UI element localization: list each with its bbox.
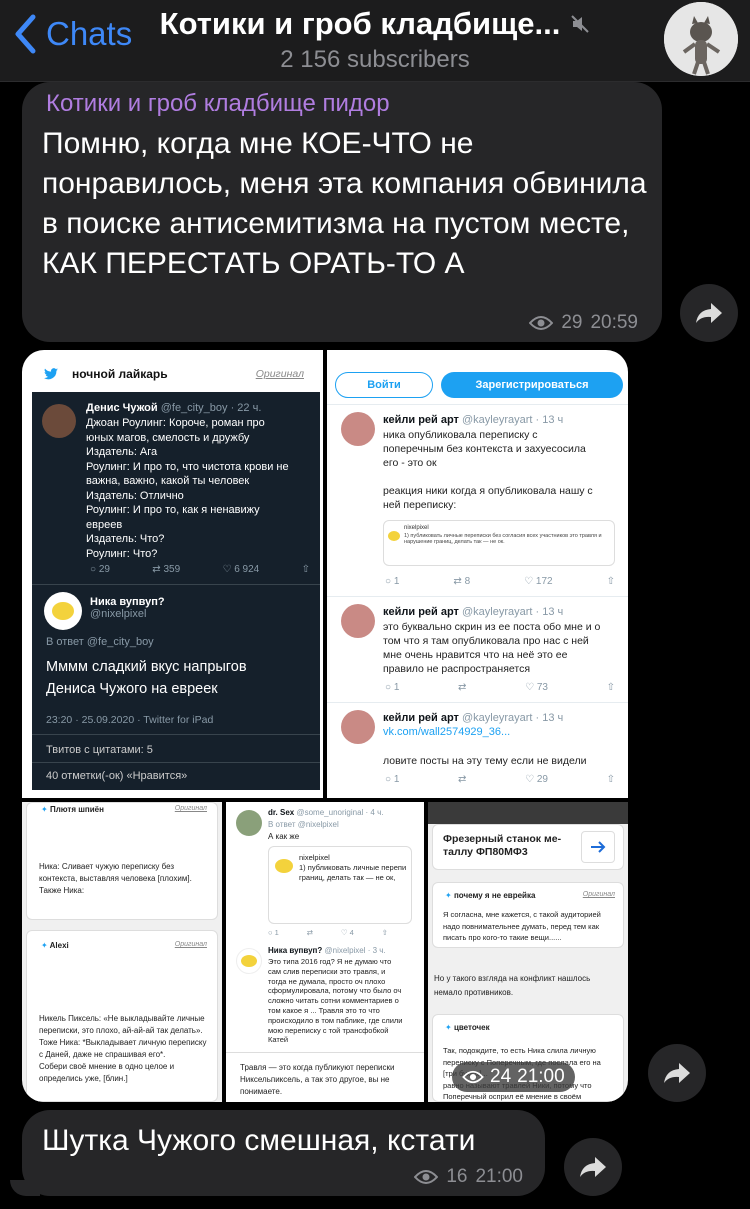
reply-text: Мммм сладкий вкус напрыгов Дениса Чужого … [46,659,247,697]
message-time: 21:00 [517,1066,565,1087]
back-button[interactable]: Chats [14,14,132,54]
forward-icon [664,1063,690,1083]
original-link[interactable]: Оригинал [256,368,304,380]
tweet-text: это буквально скрин из ее поста обо мне … [383,621,601,675]
share-button[interactable] [648,1044,706,1102]
message-text: Помню, когда мне КОЕ-ЧТО не понравилось,… [42,127,647,280]
tweet-handle: @fe_city_boy · 22 ч. [160,402,262,414]
bubble-tail [10,1180,40,1196]
avatar [341,604,375,638]
forward-sender[interactable]: Котики и гроб кладбище пидор [46,90,390,118]
likes-count: 40 отметки(-ок) «Нравится» [46,770,188,782]
album-photo-1[interactable]: ночной лайкарь Оригинал Денис Чужой @fe_… [22,350,323,798]
tweet-text: ловите посты на эту тему если не видели [383,755,587,767]
album-photo-2[interactable]: Войти Зарегистрироваться кейли рей арт @… [327,350,628,798]
message-meta: 29 20:59 [529,312,638,334]
album-meta: 24 21:00 [452,1062,575,1092]
signup-button[interactable]: Зарегистрироваться [441,372,623,398]
tweet-text: ника опубликовала переписку с поперечным … [383,429,593,511]
message-time: 21:00 [475,1166,523,1187]
muted-icon [571,15,590,33]
card-text: Ника: Сливает чужую переписку без контекс… [39,862,192,895]
quoted-tweet: nixelpixel 1) публиковать личные перепис… [383,520,615,566]
chat-header: Chats Котики и гроб кладбище... 2 156 su… [0,0,750,82]
avatar [44,592,82,630]
tweet-text: Это типа 2016 год? Я не думаю что сам сли… [268,957,403,1045]
views-icon [529,316,554,330]
avatar [341,710,375,744]
in-reply-to: В ответ @fe_city_boy [46,636,154,648]
views-count: 29 [561,312,583,333]
channel-avatar[interactable] [664,2,738,76]
channel-info[interactable]: Котики и гроб кладбище... 2 156 subscrib… [150,6,600,74]
views-count: 16 [446,1166,468,1187]
forward-icon [696,303,722,323]
card-text: Никель Пиксель: «Не выкладывайте личные п… [39,1014,207,1083]
message-bubble[interactable]: Шутка Чужого смешная, кстати 16 21:00 [22,1110,545,1196]
back-label: Chats [46,15,133,52]
source-name: ночной лайкарь [72,367,168,381]
login-button[interactable]: Войти [335,372,433,398]
tweet-date: 23:20 · 25.09.2020 · Twitter for iPad [46,714,214,726]
avatar [42,404,76,438]
subscriber-count: 2 156 subscribers [280,46,470,73]
message-text: Шутка Чужого смешная, кстати [42,1124,476,1157]
album-photo-3[interactable]: ✦ Плютя шпиён Оригинал Ника: Сливает чуж… [22,802,222,1102]
share-button[interactable] [564,1138,622,1196]
quotes-count: Твитов с цитатами: 5 [46,744,153,756]
message-time: 20:59 [590,312,638,333]
card-text: Травля — это когда публикуют переписки Ни… [240,1063,395,1096]
arrow-right-icon[interactable] [581,831,615,863]
reply-author: Ника вупвуп? [90,596,165,608]
tweet-link[interactable]: vk.com/wall2574929_36... [383,726,510,738]
album-photo-5[interactable]: Фрезерный станок ме-таллу ФП80МФ3 ✦ поче… [428,802,628,1102]
chevron-left-icon [15,14,36,54]
message-bubble[interactable]: Котики и гроб кладбище пидор Помню, когд… [22,82,662,342]
album-photo-4[interactable]: dr. Sex @some_unoriginal · 4 ч. В ответ … [226,802,424,1102]
share-button[interactable] [680,284,738,342]
channel-title: Котики и гроб кладбище... [159,6,561,41]
tweet-text: Джоан Роулинг: Короче, роман про юных маг… [86,417,289,560]
reply-handle: @nixelpixel [90,608,147,620]
views-icon [462,1070,484,1084]
views-count: 24 [490,1066,512,1087]
tweet-author: Денис Чужой [86,402,158,414]
photo-album[interactable]: ночной лайкарь Оригинал Денис Чужой @fe_… [22,350,628,1102]
tweet-stats: ○ 29 ⇄ 359 ♡ 6 924 ⇧ [90,564,310,575]
views-icon [414,1170,439,1184]
twitter-icon [44,368,58,380]
forward-icon [580,1157,606,1177]
avatar [341,412,375,446]
message-meta: 16 21:00 [414,1166,523,1188]
